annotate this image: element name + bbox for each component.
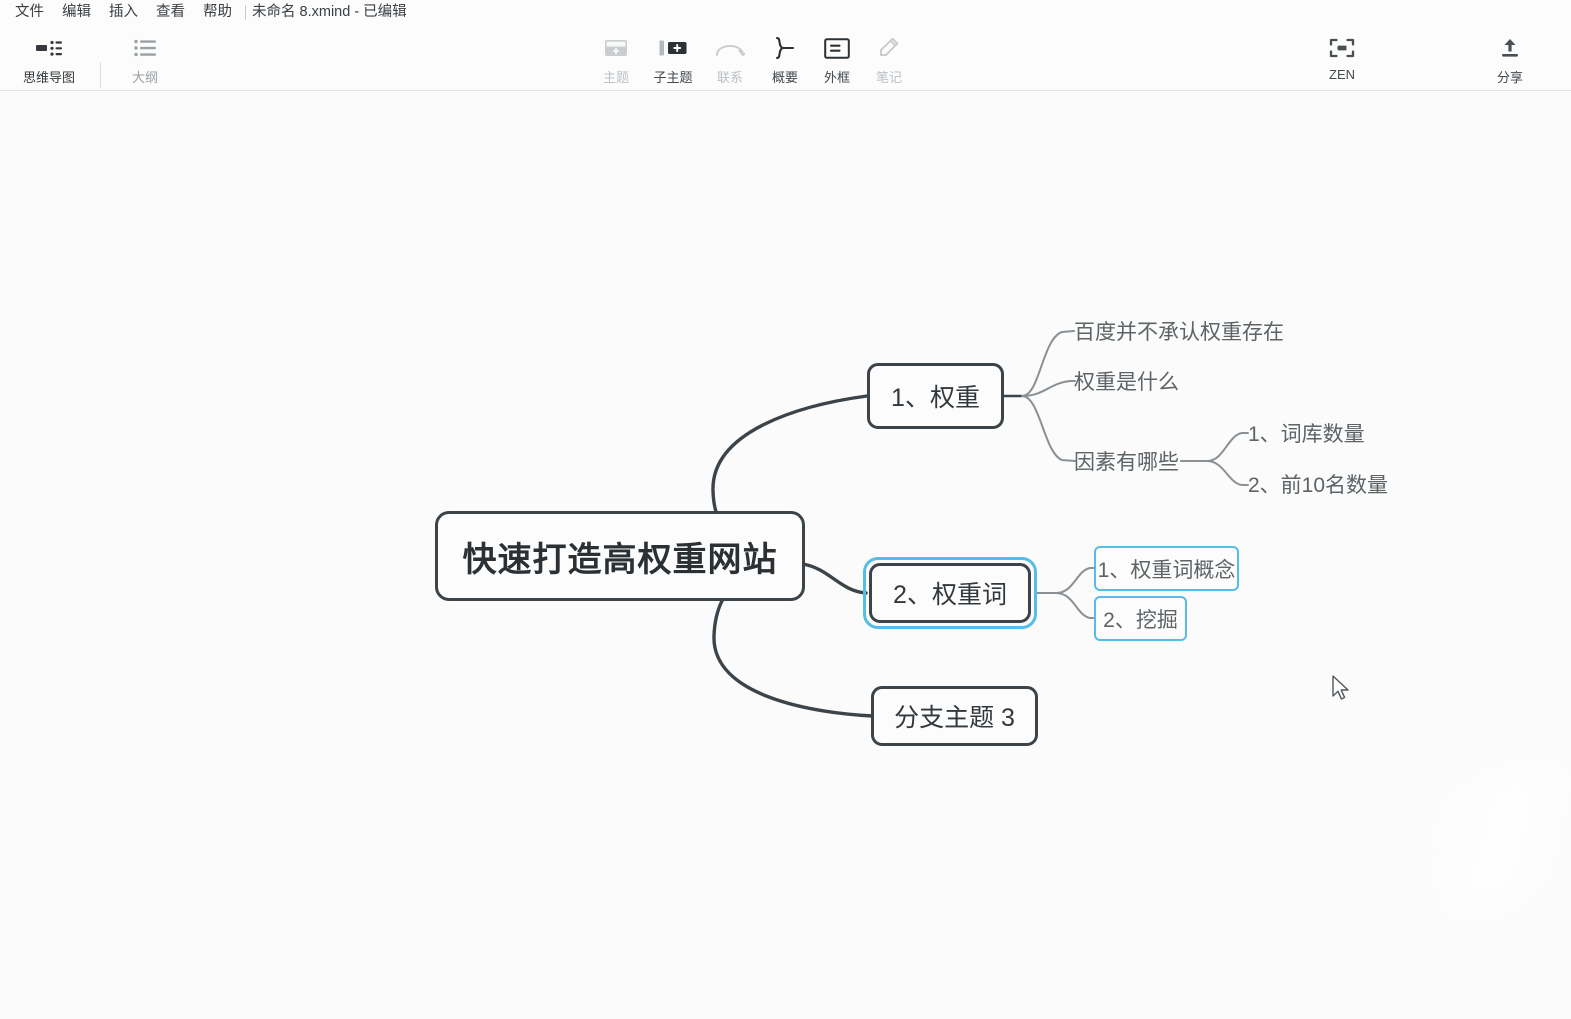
mindmap-branch-label-2: 2、权重词: [893, 581, 1007, 609]
mindmap-leaf-label: 2、前10名数量: [1248, 474, 1389, 497]
mindmap-canvas[interactable]: 快速打造高权重网站 1、权重 百度并不承认权重存在 权重是什么 因素有哪些 1、…: [0, 91, 1571, 1019]
toolbar-button-share-label: 分享: [1496, 70, 1523, 85]
mindmap-leaf-weight-word-concept[interactable]: 1、权重词概念: [1094, 546, 1239, 591]
note-icon: [877, 32, 901, 64]
mindmap-leaf-label: 2、挖掘: [1103, 608, 1178, 632]
xmind-window: 文件 编辑 插入 查看 帮助 未命名 8.xmind - 已编辑 思维导图 大纲…: [0, 0, 1571, 1019]
mindmap-icon: [36, 32, 62, 64]
toolbar-button-share[interactable]: 分享: [1462, 28, 1558, 88]
menu-item-view[interactable]: 查看: [147, 0, 194, 24]
mindmap-leaf-baidu-weight[interactable]: 百度并不承认权重存在: [1074, 315, 1284, 347]
toolbar-button-zen-label: ZEN: [1329, 67, 1355, 82]
mindmap-leaf-label: 百度并不承认权重存在: [1074, 321, 1284, 344]
menu-bar: 文件 编辑 插入 查看 帮助 未命名 8.xmind - 已编辑: [0, 0, 1571, 24]
zen-fullscreen-icon: [1329, 32, 1355, 64]
mindmap-leaf-label: 1、权重词概念: [1097, 558, 1236, 582]
mindmap-branch-label-1: 1、权重: [891, 384, 980, 412]
tab-outline-label: 大纲: [131, 70, 158, 85]
menu-item-insert[interactable]: 插入: [100, 0, 147, 24]
share-upload-icon: [1498, 32, 1522, 64]
mindmap-branch-node-3[interactable]: 分支主题 3: [871, 686, 1038, 746]
toolbar: 思维导图 大纲 主题 子主题 联系 概要 外框 笔记 ZEN 分享: [0, 24, 1571, 95]
toolbar-button-note-label: 笔记: [875, 70, 902, 85]
toolbar-button-zen[interactable]: ZEN: [1294, 28, 1390, 88]
menu-divider: [245, 4, 246, 20]
tab-outline[interactable]: 大纲: [96, 28, 194, 91]
toolbar-button-note[interactable]: 笔记: [841, 28, 937, 88]
menu-item-help[interactable]: 帮助: [194, 0, 241, 24]
window-title: 未命名 8.xmind - 已编辑: [252, 4, 407, 20]
mindmap-leaf-mining[interactable]: 2、挖掘: [1094, 596, 1187, 641]
menu-item-edit[interactable]: 编辑: [53, 0, 100, 24]
mindmap-branch-label-3: 分支主题 3: [894, 704, 1015, 732]
mindmap-leaf-label: 1、词库数量: [1248, 423, 1365, 446]
mindmap-leaf-label: 权重是什么: [1074, 371, 1179, 394]
menu-item-file[interactable]: 文件: [6, 0, 53, 24]
mindmap-root-node[interactable]: 快速打造高权重网站: [435, 511, 805, 601]
tab-mindmap-label: 思维导图: [22, 70, 75, 85]
mindmap-root-label: 快速打造高权重网站: [462, 540, 778, 579]
mindmap-leaf-top10-count[interactable]: 2、前10名数量: [1248, 468, 1388, 500]
mindmap-leaf-which-factors[interactable]: 因素有哪些: [1074, 445, 1179, 477]
mindmap-branch-node-1[interactable]: 1、权重: [867, 363, 1004, 429]
mindmap-leaf-label: 因素有哪些: [1074, 451, 1179, 474]
mindmap-branch-node-2[interactable]: 2、权重词: [869, 563, 1031, 623]
tab-mindmap[interactable]: 思维导图: [0, 28, 98, 95]
mindmap-leaf-lexicon-count[interactable]: 1、词库数量: [1248, 417, 1365, 449]
mindmap-leaf-what-is-weight[interactable]: 权重是什么: [1074, 365, 1179, 397]
outline-icon: [134, 32, 156, 64]
